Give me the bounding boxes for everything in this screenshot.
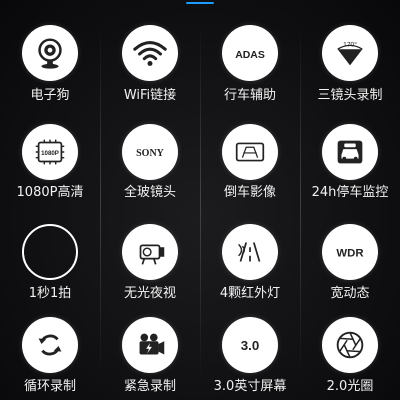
- sony-text: SONY: [136, 148, 164, 159]
- feature-parking-monitor: 24h停车监控: [300, 100, 400, 200]
- feature-screen-size: 3.0 3.0英寸屏幕: [200, 300, 300, 400]
- feature-label: 1080P高清: [16, 185, 84, 200]
- feature-1080p: 1080P 1080P高清: [0, 100, 100, 200]
- loop-recording-icon: [22, 317, 78, 373]
- screen-size-icon: 3.0: [222, 317, 278, 373]
- feature-emergency-recording: 紧急录制: [100, 300, 200, 400]
- 1080p-text: 1080P: [41, 150, 59, 157]
- feature-reverse-camera: 倒车影像: [200, 100, 300, 200]
- sony-sensor-icon: SONY: [122, 124, 178, 180]
- electronic-dog-camera-icon: [22, 25, 78, 81]
- feature-label: 紧急录制: [123, 379, 176, 394]
- angle-text: 170°: [343, 40, 357, 48]
- feature-label: 无光夜视: [123, 286, 176, 301]
- feature-three-lens: 170° 三镜头录制: [300, 0, 400, 103]
- feature-grid: 电子狗 WiFi链接 ADAS 行车辅助 170° 三镜头录制 1080P 10…: [0, 0, 400, 400]
- feature-label: 倒车影像: [223, 185, 276, 200]
- night-vision-camera-icon: [122, 224, 178, 280]
- feature-label: 24h停车监控: [311, 185, 389, 200]
- feature-aperture: 2.0光圈: [300, 300, 400, 400]
- feature-electronic-dog: 电子狗: [0, 0, 100, 103]
- feature-glass-lens: SONY 全玻镜头: [100, 100, 200, 200]
- adas-icon-text: ADAS: [235, 50, 265, 61]
- emergency-recording-icon: [122, 317, 178, 373]
- screen-size-text: 3.0: [241, 338, 260, 353]
- feature-wifi: WiFi链接: [100, 0, 200, 103]
- wdr-text: WDR: [336, 247, 363, 259]
- adas-icon: ADAS: [222, 25, 278, 81]
- feature-label: 循环录制: [23, 379, 76, 394]
- wide-angle-lens-icon: 170°: [322, 25, 378, 81]
- feature-infrared-lights: 4颗红外灯: [200, 200, 300, 301]
- feature-label: 4颗红外灯: [219, 286, 281, 301]
- parking-monitor-icon: [322, 124, 378, 180]
- feature-label: 3.0英寸屏幕: [213, 379, 287, 394]
- blank-circle-icon: [22, 224, 78, 280]
- feature-adas: ADAS 行车辅助: [200, 0, 300, 103]
- feature-one-shot-per-second: 1秒1拍: [0, 200, 100, 301]
- feature-night-vision: 无光夜视: [100, 200, 200, 301]
- wdr-icon: WDR: [322, 224, 378, 280]
- feature-label: 宽动态: [330, 286, 370, 301]
- feature-loop-recording: 循环录制: [0, 300, 100, 400]
- 1080p-chip-icon: 1080P: [22, 124, 78, 180]
- infrared-lights-icon: [222, 224, 278, 280]
- feature-label: 1秒1拍: [28, 286, 72, 301]
- feature-label: 2.0光圈: [326, 379, 374, 394]
- feature-label: 全玻镜头: [123, 185, 176, 200]
- feature-wdr: WDR 宽动态: [300, 200, 400, 301]
- wifi-icon: [122, 25, 178, 81]
- reverse-camera-icon: [222, 124, 278, 180]
- aperture-icon: [322, 317, 378, 373]
